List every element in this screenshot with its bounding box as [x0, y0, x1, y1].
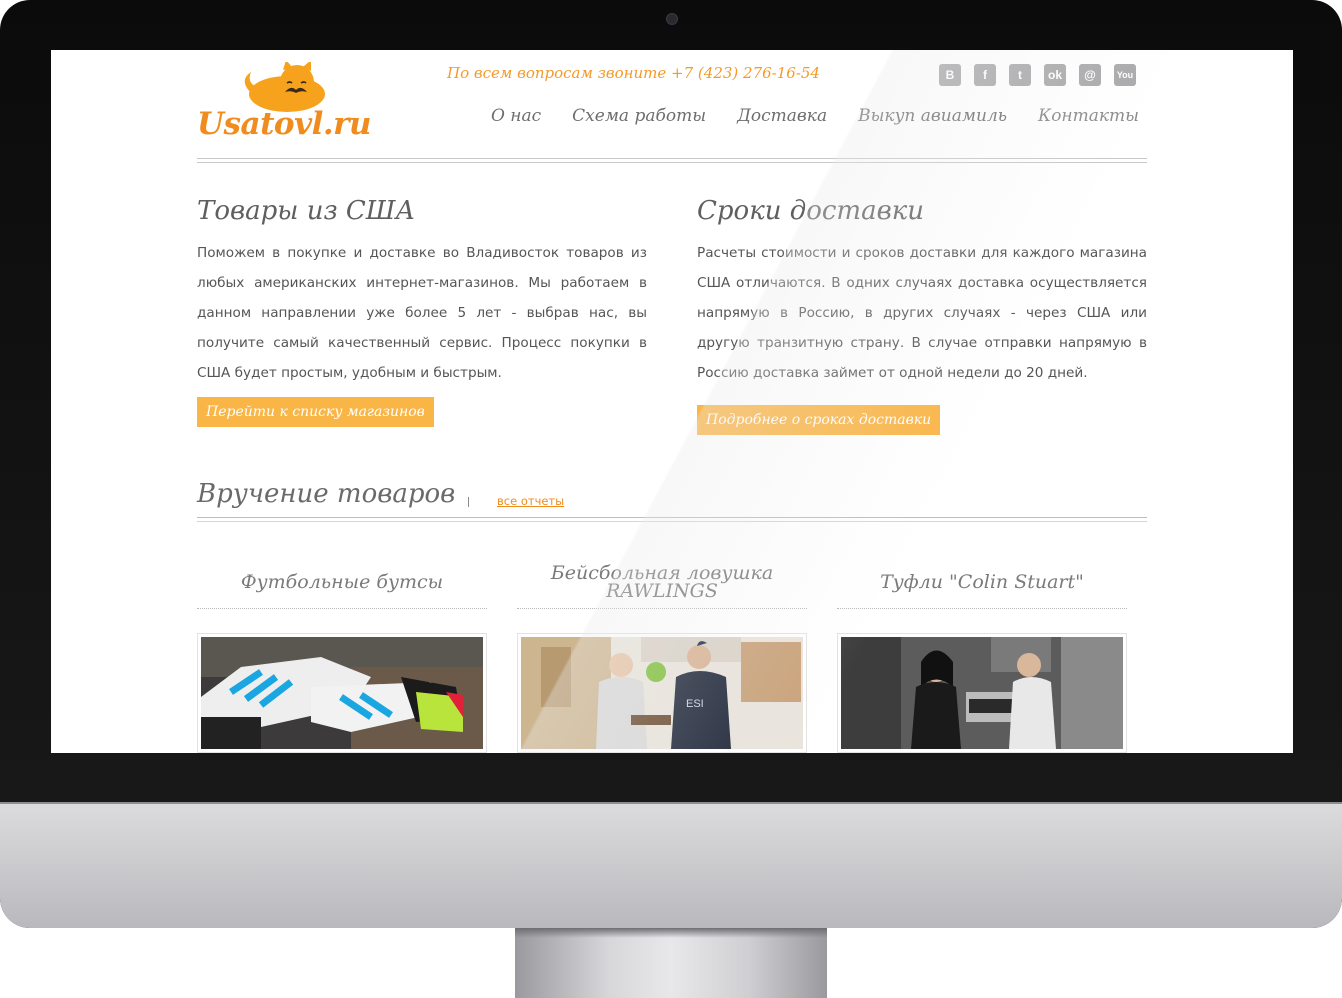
social-links: B f t ok @ You [939, 64, 1136, 86]
header-divider-second [197, 162, 1147, 163]
card-dotted-divider [517, 608, 807, 609]
mail-icon[interactable]: @ [1079, 64, 1101, 86]
reports-separator [468, 497, 469, 507]
report-card[interactable]: Бейсбольная ловушка RAWLINGS ESI [517, 560, 807, 753]
report-card-title[interactable]: Туфли "Colin Stuart" [837, 560, 1127, 604]
website-screen: Usatovl.ru По всем вопросам звоните +7 (… [51, 50, 1293, 753]
nav-delivery[interactable]: Доставка [737, 106, 827, 126]
reports-divider-second [197, 521, 1147, 522]
delivery-times-text: Расчеты стоимости и сроков доставки для … [697, 245, 1147, 381]
football-boots-image [201, 637, 483, 749]
header-divider [197, 158, 1147, 159]
nav-about[interactable]: О нас [491, 106, 541, 126]
photo-football-boots [201, 637, 483, 749]
svg-text:ESI: ESI [686, 698, 704, 710]
nav-miles-buyout[interactable]: Выкуп авиамиль [858, 106, 1007, 126]
main-nav: О нас Схема работы Доставка Выкуп авиами… [491, 106, 1139, 126]
report-card-title[interactable]: Бейсбольная ловушка RAWLINGS [517, 560, 807, 604]
goods-usa-text: Поможем в покупке и доставке во Владивос… [197, 245, 647, 381]
youtube-icon[interactable]: You [1114, 64, 1136, 86]
baseball-glove-image: ESI [521, 637, 803, 749]
card-dotted-divider [837, 608, 1127, 609]
vk-icon[interactable]: B [939, 64, 961, 86]
logo-text: Usatovl.ru [197, 106, 372, 142]
report-card[interactable]: Футбольные бутсы [197, 560, 487, 753]
report-photo[interactable] [197, 633, 487, 753]
photo-baseball-glove: ESI [521, 637, 803, 749]
monitor-stand [515, 928, 827, 998]
delivery-times-heading: Сроки доставки [697, 196, 924, 226]
facebook-icon[interactable]: f [974, 64, 996, 86]
shops-list-button[interactable]: Перейти к списку магазинов [197, 397, 434, 427]
odnoklassniki-icon[interactable]: ok [1044, 64, 1066, 86]
phone-number: По всем вопросам звоните +7 (423) 276-16… [447, 64, 820, 82]
card-dotted-divider [197, 608, 487, 609]
photo-colin-stuart-shoes [841, 637, 1123, 749]
reports-divider [197, 517, 1147, 518]
report-photo[interactable]: ESI [517, 633, 807, 753]
delivery-details-button[interactable]: Подробнее о сроках доставки [697, 405, 941, 435]
camera-icon [666, 13, 678, 25]
twitter-icon[interactable]: t [1009, 64, 1031, 86]
goods-usa-heading: Товары из США [197, 196, 416, 226]
report-card[interactable]: Туфли "Colin Stuart" [837, 560, 1127, 753]
reports-heading: Вручение товаров [197, 479, 456, 509]
nav-workflow[interactable]: Схема работы [572, 106, 706, 126]
site-logo[interactable]: Usatovl.ru [197, 58, 387, 142]
nav-contacts[interactable]: Контакты [1038, 106, 1139, 126]
report-photo[interactable] [837, 633, 1127, 753]
chin-divider [0, 802, 1342, 804]
report-card-title[interactable]: Футбольные бутсы [197, 560, 487, 604]
monitor-chin [0, 802, 1342, 928]
all-reports-link[interactable]: все отчеты [497, 494, 564, 508]
colin-stuart-shoes-image [841, 637, 1123, 749]
stand-shadow [515, 928, 827, 938]
